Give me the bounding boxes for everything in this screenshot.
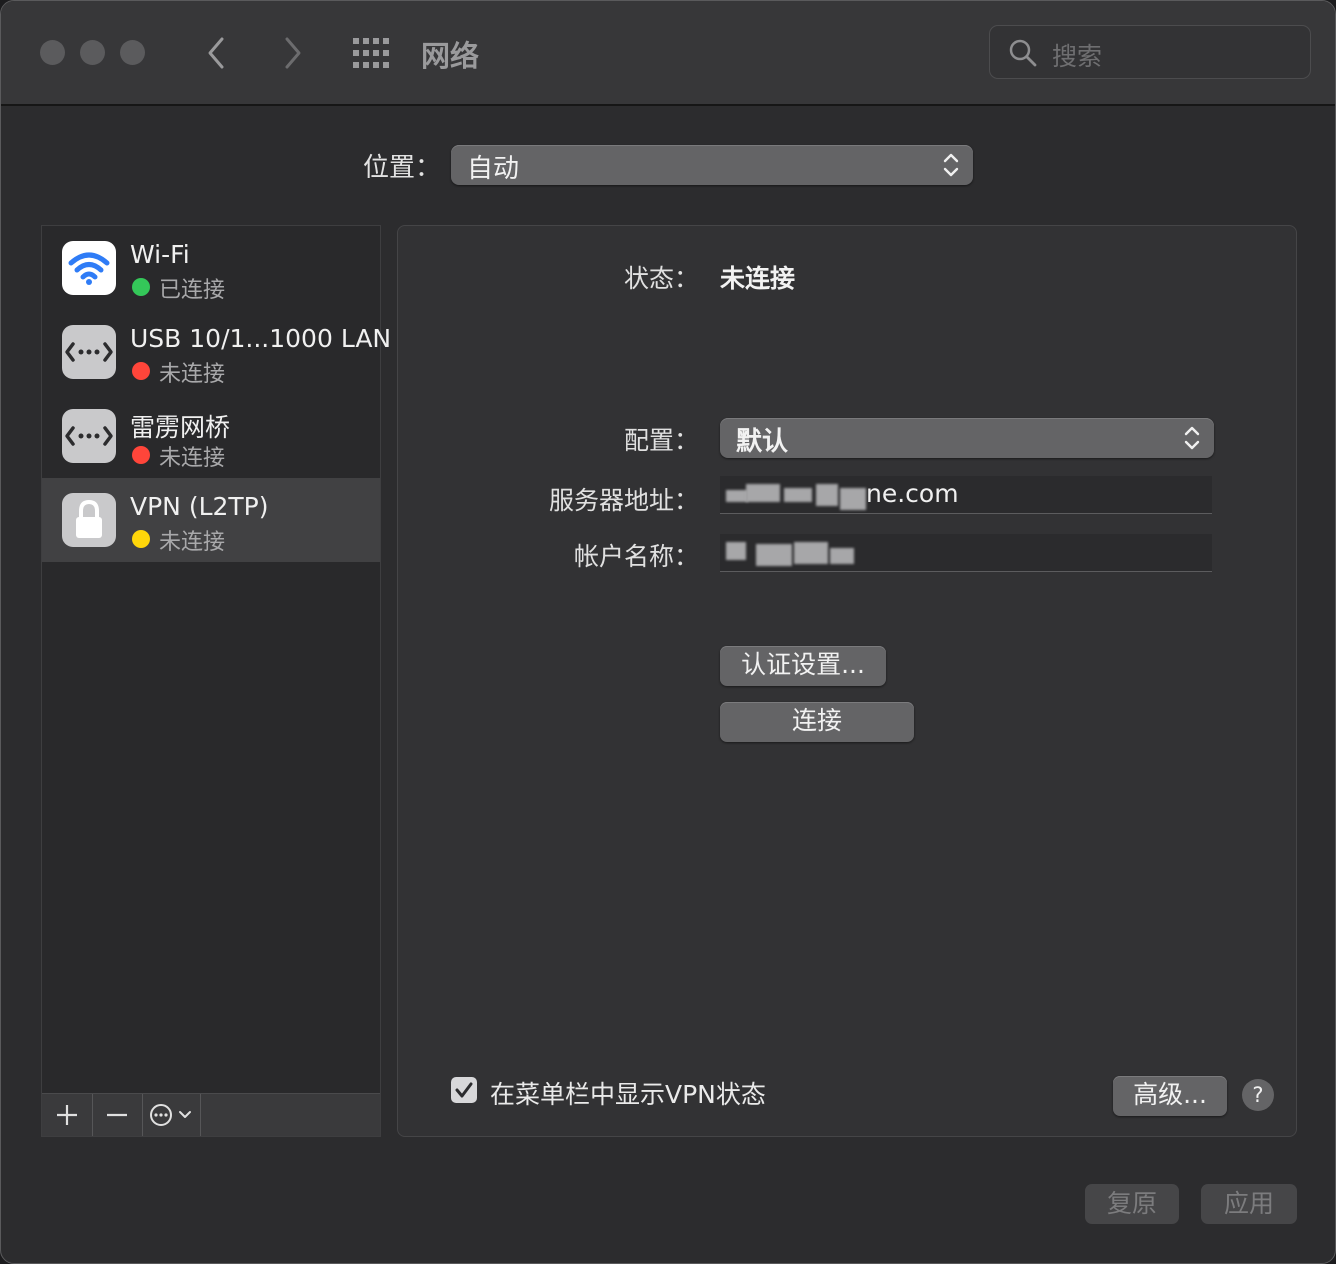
advanced-button[interactable]: 高级... bbox=[1113, 1076, 1227, 1116]
plus-icon bbox=[57, 1105, 77, 1125]
service-actions-menu-button[interactable] bbox=[142, 1094, 201, 1136]
search-field[interactable]: 搜索 bbox=[989, 25, 1311, 79]
ethernet-icon bbox=[62, 409, 116, 463]
config-value: 默认 bbox=[736, 427, 789, 457]
account-name-label: 帐户名称： bbox=[573, 542, 699, 571]
location-popup[interactable]: 自动 bbox=[451, 145, 973, 185]
service-status: 未连接 bbox=[159, 362, 226, 387]
updown-chevron-icon bbox=[1182, 423, 1202, 453]
add-service-button[interactable] bbox=[42, 1094, 93, 1136]
service-detail-panel: 状态： 未连接 配置： 默认 服务器地址： ne.com 帐户名称： 认证设置.… bbox=[397, 225, 1297, 1137]
service-item-vpn[interactable]: VPN (L2TP) 未连接 bbox=[42, 478, 380, 562]
service-item-wifi[interactable]: Wi-Fi 已连接 bbox=[42, 226, 380, 310]
show-all-grid-icon[interactable] bbox=[353, 38, 391, 68]
service-list-toolbar bbox=[42, 1093, 380, 1136]
title-bar: 网络 搜索 bbox=[1, 1, 1335, 106]
config-popup[interactable]: 默认 bbox=[720, 418, 1214, 458]
checkmark-icon bbox=[455, 1082, 473, 1098]
server-address-label: 服务器地址： bbox=[548, 486, 699, 515]
auth-settings-button[interactable]: 认证设置... bbox=[720, 646, 886, 686]
network-preferences-window: 网络 搜索 位置： 自动 Wi-Fi 已连接 USB 10/1...1000 L… bbox=[0, 0, 1336, 1264]
service-list: Wi-Fi 已连接 USB 10/1...1000 LAN 未连接 雷雳网桥 未… bbox=[41, 225, 391, 1137]
help-button[interactable]: ? bbox=[1242, 1079, 1274, 1111]
show-vpn-status-checkbox[interactable] bbox=[451, 1077, 477, 1103]
search-icon bbox=[1008, 38, 1038, 68]
server-address-value: ne.com bbox=[866, 479, 959, 508]
search-placeholder: 搜索 bbox=[1052, 42, 1103, 71]
server-address-field[interactable]: ne.com bbox=[720, 476, 1212, 514]
status-dot bbox=[132, 446, 150, 464]
status-dot bbox=[132, 530, 150, 548]
account-name-field[interactable] bbox=[720, 534, 1212, 572]
service-status: 已连接 bbox=[159, 278, 226, 303]
back-button[interactable] bbox=[197, 31, 237, 75]
minimize-window-button[interactable] bbox=[80, 40, 105, 65]
chevron-left-icon bbox=[208, 37, 224, 69]
minus-icon bbox=[107, 1113, 127, 1117]
service-item-thunderbolt-bridge[interactable]: 雷雳网桥 未连接 bbox=[42, 394, 380, 478]
revert-button[interactable]: 复原 bbox=[1085, 1184, 1179, 1224]
close-window-button[interactable] bbox=[40, 40, 65, 65]
location-label: 位置： bbox=[363, 153, 442, 183]
service-status: 未连接 bbox=[159, 530, 226, 555]
location-value: 自动 bbox=[467, 154, 520, 184]
service-status: 未连接 bbox=[159, 446, 226, 471]
status-dot bbox=[132, 362, 150, 380]
ellipsis-circle-icon bbox=[150, 1104, 191, 1126]
show-vpn-status-label: 在菜单栏中显示VPN状态 bbox=[490, 1080, 766, 1109]
status-label: 状态： bbox=[623, 264, 699, 293]
service-name: 雷雳网桥 bbox=[130, 413, 231, 442]
zoom-window-button[interactable] bbox=[120, 40, 145, 65]
service-item-usb-lan[interactable]: USB 10/1...1000 LAN 未连接 bbox=[42, 310, 391, 394]
updown-chevron-icon bbox=[941, 150, 961, 180]
forward-button[interactable] bbox=[273, 31, 313, 75]
lock-icon bbox=[62, 493, 116, 547]
service-name: USB 10/1...1000 LAN bbox=[130, 324, 392, 353]
remove-service-button[interactable] bbox=[92, 1094, 143, 1136]
config-label: 配置： bbox=[623, 426, 699, 455]
service-name: Wi-Fi bbox=[130, 240, 190, 269]
apply-button[interactable]: 应用 bbox=[1201, 1184, 1297, 1224]
window-title: 网络 bbox=[421, 39, 480, 73]
ethernet-icon bbox=[62, 325, 116, 379]
service-name: VPN (L2TP) bbox=[130, 492, 269, 521]
status-dot bbox=[132, 278, 150, 296]
connect-button[interactable]: 连接 bbox=[720, 702, 914, 742]
wifi-icon bbox=[62, 241, 116, 295]
chevron-right-icon bbox=[285, 37, 301, 69]
status-value: 未连接 bbox=[720, 264, 796, 293]
